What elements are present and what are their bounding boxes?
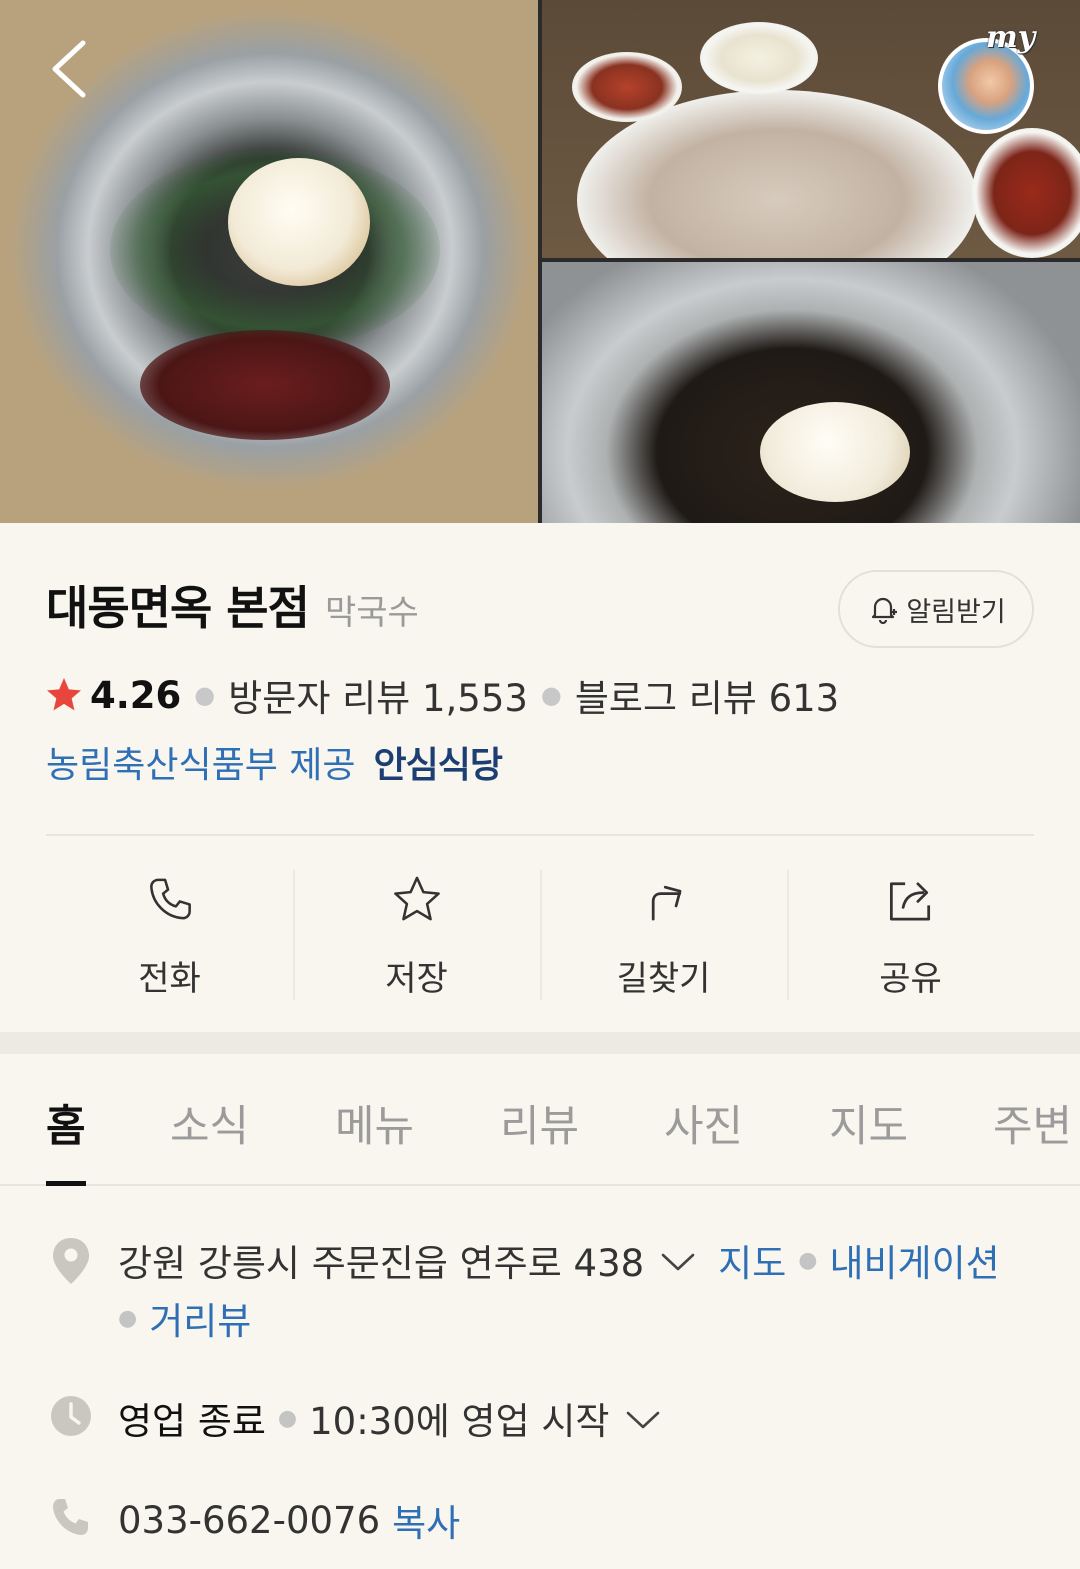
directions-button[interactable]: 길찾기 [540,866,787,1000]
phone-icon [53,1499,88,1535]
back-button[interactable] [34,34,104,104]
separator-dot: ● [798,1247,818,1273]
chevron-down-icon [627,1411,660,1428]
separator-dot: ● [118,1305,138,1331]
tab-reviews[interactable]: 리뷰 [500,1092,579,1154]
address-row: 강원 강릉시 주문진읍 연주로 438 지도 ● 내비게이션 [118,1233,1000,1287]
photo-bottom-right[interactable] [542,262,1080,523]
hours-expand-button[interactable] [625,1397,661,1440]
safe-restaurant-badge: 안심식당 [373,745,503,786]
map-link[interactable]: 지도 [718,1233,786,1287]
address-expand-button[interactable] [660,1239,696,1282]
chevron-down-icon [661,1253,695,1270]
copy-phone-button[interactable]: 복사 [392,1493,460,1547]
hours-row[interactable]: 영업 종료 ● 10:30에 영업 시작 [118,1391,683,1445]
navigation-link[interactable]: 내비게이션 [829,1233,999,1287]
hours-next-open: 10:30에 영업 시작 [309,1400,610,1443]
save-label: 저장 [385,959,448,999]
tab-menu[interactable]: 메뉴 [335,1092,414,1154]
phone-icon [149,878,191,920]
save-button[interactable]: 저장 [293,866,540,1000]
tab-bar: 홈 소식 메뉴 리뷰 사진 지도 주변 [0,1054,1080,1186]
section-divider [0,1032,1080,1054]
hours-status: 영업 종료 [118,1400,266,1443]
active-tab-indicator [46,1181,86,1186]
place-category: 막국수 [324,593,419,633]
chevron-left-icon [52,40,86,98]
address-text[interactable]: 강원 강릉시 주문진읍 연주로 438 [118,1233,644,1287]
place-title-row: 대동면옥 본점 막국수 [46,572,419,638]
directions-label: 길찾기 [616,959,711,999]
tab-nearby[interactable]: 주변 [993,1092,1072,1154]
tab-photos[interactable]: 사진 [664,1092,743,1154]
share-label: 공유 [879,959,942,999]
tab-map[interactable]: 지도 [829,1092,908,1154]
place-name: 대동면옥 본점 [46,581,310,635]
rating-row: 4.26 ● 방문자 리뷰 1,553 ● 블로그 리뷰 613 [44,668,839,722]
blog-review-link[interactable]: 블로그 리뷰 613 [575,668,839,722]
separator-dot: ● [277,1405,298,1431]
clock-icon [51,1396,91,1436]
photo-gallery: my [0,0,1080,523]
call-button[interactable]: 전화 [46,866,293,1000]
address-row-continued: ● 거리뷰 [118,1291,251,1345]
separator-dot: ● [194,681,216,709]
rating-score: 4.26 [90,673,182,717]
my-profile-button[interactable]: my [934,18,1046,134]
alarm-button[interactable]: 알림받기 [838,570,1034,648]
star-icon [393,876,440,921]
divider [46,834,1034,836]
my-label: my [986,20,1036,55]
safe-restaurant-row[interactable]: 농림축산식품부 제공 안심식당 [46,736,503,788]
directions-icon [651,885,681,921]
action-bar: 전화 저장 길찾기 공유 [46,866,1034,1000]
bell-plus-icon [872,597,898,625]
visitor-review-link[interactable]: 방문자 리뷰 1,553 [228,668,528,722]
star-rating-icon [47,678,81,711]
safe-provider: 농림축산식품부 제공 [46,745,356,786]
tab-news[interactable]: 소식 [170,1092,249,1154]
separator-dot: ● [540,681,562,709]
phone-row: 033-662-0076 복사 [118,1493,460,1547]
alarm-label: 알림받기 [906,596,1006,628]
share-icon [889,882,930,921]
tab-home[interactable]: 홈 [46,1092,86,1154]
call-label: 전화 [138,959,201,999]
share-button[interactable]: 공유 [787,866,1034,1000]
location-pin-icon [53,1238,89,1284]
phone-number[interactable]: 033-662-0076 [118,1499,380,1542]
streetview-link[interactable]: 거리뷰 [149,1291,251,1345]
